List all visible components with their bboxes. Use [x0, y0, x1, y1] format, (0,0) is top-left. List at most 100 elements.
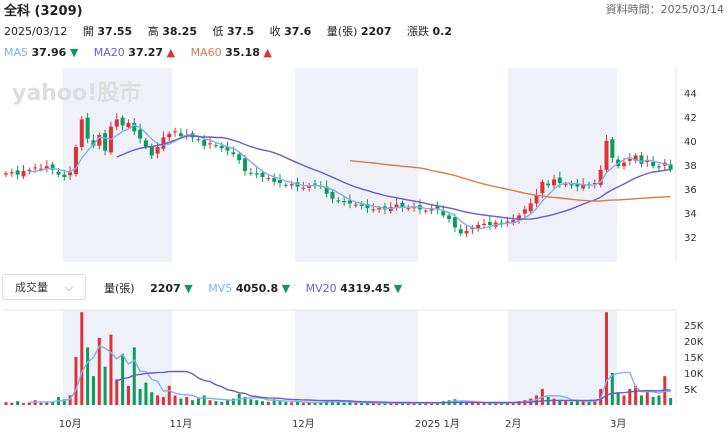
volume-bar	[278, 401, 282, 405]
candle-body	[138, 129, 143, 139]
volume-bar	[604, 312, 608, 405]
candle-body	[167, 133, 172, 138]
candle-body	[213, 145, 218, 147]
candle-body	[178, 133, 183, 137]
candle-body	[627, 159, 632, 161]
volume-bar	[342, 402, 346, 405]
candle-body	[330, 192, 335, 199]
candle-body	[423, 210, 428, 212]
volume-bar	[21, 403, 25, 405]
volume-bar	[296, 401, 299, 405]
candle-body	[283, 184, 288, 186]
candle-body	[149, 147, 154, 156]
month-label: 12月	[292, 418, 315, 430]
candle-body	[505, 221, 510, 223]
volume-bar	[249, 399, 253, 405]
volume-bar	[639, 395, 643, 405]
volume-bar	[552, 398, 556, 405]
candle-body	[546, 183, 551, 186]
candle-body	[15, 170, 20, 175]
month-label: 11月	[170, 418, 193, 430]
candle-body	[266, 178, 271, 180]
volume-bar	[80, 312, 84, 405]
candle-body	[353, 204, 358, 206]
candle-body	[254, 173, 259, 175]
volume-bar	[587, 402, 591, 405]
volume-bar	[161, 397, 165, 405]
candle-body	[377, 208, 382, 210]
volume-bar	[91, 376, 95, 405]
volume-bar	[476, 403, 480, 405]
volume-bar	[109, 334, 113, 405]
candle-body	[406, 208, 411, 210]
candle-body	[452, 217, 457, 228]
candle-body	[301, 187, 306, 189]
candle-body	[21, 171, 26, 177]
candle-body	[336, 200, 341, 202]
candle-body	[27, 169, 32, 171]
volume-bar	[74, 357, 78, 405]
candle-body	[447, 215, 452, 219]
candle-body	[208, 143, 213, 145]
volume-bar	[622, 395, 626, 405]
volume-bar	[284, 402, 288, 405]
candle-body	[482, 223, 487, 225]
candle-body	[464, 231, 469, 234]
candle-body	[33, 167, 38, 169]
volume-bar	[261, 401, 265, 405]
candle-body	[359, 204, 364, 206]
price-tick-label: 44	[684, 89, 697, 100]
volume-bar	[4, 402, 8, 405]
candle-body	[231, 152, 236, 155]
candle-body	[120, 117, 125, 126]
candle-body	[126, 123, 131, 128]
price-tick-label: 42	[684, 113, 697, 124]
volume-bar	[185, 397, 189, 405]
candle-body	[604, 141, 609, 170]
volume-bar	[575, 400, 579, 405]
month-label: 2025 1月	[415, 418, 460, 430]
volume-bar	[220, 401, 224, 405]
volume-bar	[10, 402, 14, 405]
volume-bar	[208, 400, 212, 405]
volume-bar	[570, 401, 574, 405]
candle-body	[534, 195, 539, 204]
candle-body	[371, 209, 376, 211]
candle-body	[610, 139, 615, 158]
volume-bar	[226, 400, 230, 405]
candle-body	[132, 123, 137, 132]
month-label: 10月	[59, 418, 82, 430]
volume-bar	[482, 403, 486, 405]
candle-body	[260, 172, 265, 177]
price-tick-label: 36	[684, 185, 697, 196]
volume-bar	[202, 395, 206, 405]
candle-body	[73, 147, 78, 174]
volume-bar	[348, 402, 352, 405]
volume-bar	[167, 385, 171, 405]
volume-bar	[301, 402, 305, 405]
candle-body	[219, 145, 224, 149]
candle-body	[487, 222, 492, 225]
stock-chart[interactable]: yahoo!股市 32 34 36 38 40 42 44 5K 10K 15K 20K 25K 10月…	[0, 0, 728, 439]
candle-body	[143, 140, 148, 147]
candle-body	[441, 211, 446, 216]
volume-bar	[564, 401, 568, 405]
candle-body	[651, 162, 656, 167]
candle-body	[528, 203, 533, 212]
volume-bar	[150, 392, 154, 405]
candle-body	[563, 184, 568, 186]
candle-body	[289, 184, 294, 186]
volume-tick-label: 5K	[684, 385, 697, 396]
volume-bar	[39, 402, 43, 405]
volume-bar	[126, 385, 130, 405]
month-label: 3月	[610, 418, 626, 430]
candle-body	[155, 147, 160, 154]
volume-bar	[103, 366, 107, 405]
volume-bar	[16, 401, 20, 405]
volume-bar	[255, 400, 259, 405]
volume-bar	[651, 397, 655, 405]
candle-body	[9, 172, 14, 174]
price-tick-label: 34	[684, 209, 697, 220]
volume-bar	[173, 395, 177, 405]
candle-body	[458, 229, 463, 234]
